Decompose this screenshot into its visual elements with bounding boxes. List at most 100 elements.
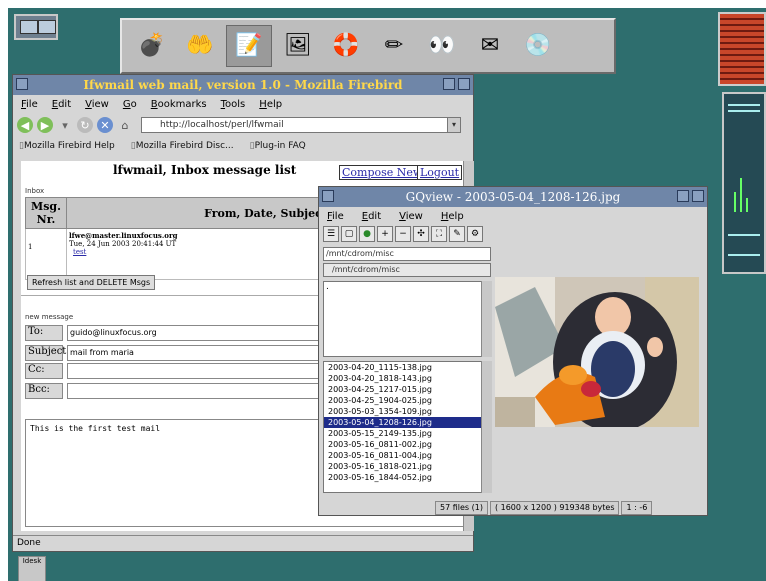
to-label: To: [25, 325, 63, 341]
message-number: 1 [25, 228, 67, 280]
zoom-1to1-icon[interactable]: ⛶ [431, 226, 447, 242]
gqview-titlebar[interactable]: GQview - 2003-05-04_1208-126.jpg [319, 187, 707, 207]
list-item[interactable]: 2003-04-25_1217-015.jpg [324, 384, 482, 395]
compose-new-link[interactable]: Compose New [339, 165, 426, 180]
gqview-toolbar: ☰ ▢ ● + − ✣ ⛶ ✎ ⚙ [319, 225, 707, 243]
pager-workspace-1[interactable] [20, 20, 38, 34]
menu-help[interactable]: Help [259, 99, 282, 110]
list-item[interactable]: 2003-04-20_1818-143.jpg [324, 373, 482, 384]
baby-photo-image[interactable] [495, 277, 699, 427]
menu-tools[interactable]: Tools [221, 99, 246, 110]
mail-icon[interactable]: ✉ [468, 26, 512, 66]
zoom-level: 1 : -6 [621, 501, 653, 515]
menu-help[interactable]: Help [441, 211, 464, 222]
list-item[interactable]: 2003-05-15_2149-135.jpg [324, 428, 482, 439]
subject-label: Subject: [25, 345, 70, 361]
menu-edit[interactable]: Edit [362, 211, 381, 222]
bomb-icon[interactable]: 💣 [130, 26, 174, 66]
folder-selector[interactable]: /mnt/cdrom/misc [323, 263, 491, 277]
list-item[interactable]: . [326, 282, 484, 292]
lifebuoy-icon[interactable]: 🛟 [324, 26, 368, 66]
url-dropdown-icon[interactable]: ▾ [447, 117, 461, 133]
menu-edit[interactable]: Edit [52, 99, 71, 110]
minimize-icon[interactable] [677, 190, 689, 202]
path-input[interactable]: /mnt/cdrom/misc [323, 247, 491, 261]
window-menu-icon[interactable] [16, 78, 28, 90]
bcc-label: Bcc: [25, 383, 63, 399]
window-title: Ifwmail web mail, version 1.0 - Mozilla … [83, 78, 403, 92]
cc-label: Cc: [25, 363, 63, 379]
zoom-in-icon[interactable]: + [377, 226, 393, 242]
list-view-icon[interactable]: ☰ [323, 226, 339, 242]
directory-scrollbar[interactable] [481, 281, 492, 357]
maximize-icon[interactable] [692, 190, 704, 202]
back-icon[interactable]: ◀ [17, 117, 33, 133]
list-item[interactable]: 2003-05-03_1354-109.jpg [324, 406, 482, 417]
menu-bookmarks[interactable]: Bookmarks [151, 99, 207, 110]
eyes-icon[interactable]: 👀 [420, 26, 464, 66]
maximize-icon[interactable] [458, 78, 470, 90]
desktop: 💣 🤲 📝 🖼 🛟 ✏ 👀 ✉ 💿 Ifwmail web mail, vers… [8, 8, 766, 581]
file-scrollbar[interactable] [481, 361, 492, 493]
file-count: 57 files (1) [435, 501, 488, 515]
workspace-pager[interactable] [14, 14, 58, 40]
menu-go[interactable]: Go [123, 99, 137, 110]
menu-view[interactable]: View [85, 99, 109, 110]
list-item[interactable]: 2003-05-16_0811-004.jpg [324, 450, 482, 461]
edit-icon[interactable]: ✎ [449, 226, 465, 242]
gqview-menubar: File Edit View Help [319, 207, 707, 225]
new-message-legend: new message [25, 313, 74, 321]
column-msg-nr: Msg. Nr. [25, 197, 67, 229]
list-item[interactable]: 2003-05-16_1818-021.jpg [324, 461, 482, 472]
bookmark-firebird-help[interactable]: Mozilla Firebird Help [19, 141, 115, 151]
dropdown-arrow-icon[interactable]: ▾ [57, 117, 73, 133]
list-item[interactable]: 2003-04-25_1904-025.jpg [324, 395, 482, 406]
menubar: File Edit View Go Bookmarks Tools Help [13, 95, 473, 113]
dockapp-plaid-monitor[interactable] [718, 12, 766, 86]
logout-link[interactable]: Logout [417, 165, 463, 180]
stop-icon[interactable]: ✕ [97, 117, 113, 133]
navigation-toolbar: ◀ ▶ ▾ ↻ ✕ ⌂ http://localhost/perl/lfwmai… [13, 113, 473, 137]
bookmark-plugin-faq[interactable]: Plug-in FAQ [250, 141, 306, 151]
image-info: ( 1600 x 1200 ) 919348 bytes [489, 501, 620, 515]
bookmark-firebird-discussion[interactable]: Mozilla Firebird Disc... [131, 141, 234, 151]
launcher-panel: 💣 🤲 📝 🖼 🛟 ✏ 👀 ✉ 💿 [120, 18, 616, 74]
forward-icon[interactable]: ▶ [37, 117, 53, 133]
zoom-fit-icon[interactable]: ✣ [413, 226, 429, 242]
cd-icon[interactable]: 💿 [516, 26, 560, 66]
pager-workspace-2[interactable] [38, 20, 56, 34]
file-list[interactable]: 2003-04-20_1115-138.jpg 2003-04-20_1818-… [323, 361, 483, 493]
thumbnail-icon[interactable]: ▢ [341, 226, 357, 242]
directory-list[interactable]: . [323, 281, 485, 357]
dockapp-system-monitor[interactable] [722, 92, 766, 274]
status-bar: Done [13, 535, 473, 551]
list-item[interactable]: 2003-05-16_0811-002.jpg [324, 439, 482, 450]
list-item[interactable]: 2003-05-16_1844-052.jpg [324, 472, 482, 483]
refresh-delete-button[interactable]: Refresh list and DELETE Msgs [27, 275, 156, 290]
gqview-window: GQview - 2003-05-04_1208-126.jpg File Ed… [318, 186, 708, 516]
image-viewer-icon[interactable]: 🖼 [276, 26, 320, 66]
zoom-out-icon[interactable]: − [395, 226, 411, 242]
list-item[interactable]: 2003-04-20_1115-138.jpg [324, 362, 482, 373]
message-subject-link[interactable]: test [73, 248, 86, 256]
hand-icon[interactable]: 🤲 [178, 26, 222, 66]
list-item-selected[interactable]: 2003-05-04_1208-126.jpg [324, 417, 482, 428]
home-icon[interactable]: ⌂ [117, 117, 133, 133]
menu-file[interactable]: File [327, 211, 344, 222]
desk-button[interactable]: Idesk [18, 556, 46, 581]
config-icon[interactable]: ⚙ [467, 226, 483, 242]
bookmarks-toolbar: Mozilla Firebird Help Mozilla Firebird D… [13, 137, 473, 155]
minimize-icon[interactable] [443, 78, 455, 90]
firebird-titlebar[interactable]: Ifwmail web mail, version 1.0 - Mozilla … [13, 75, 473, 95]
text-editor-icon[interactable]: 📝 [226, 25, 272, 67]
window-title: GQview - 2003-05-04_1208-126.jpg [405, 190, 621, 204]
pencil-icon[interactable]: ✏ [372, 26, 416, 66]
url-input[interactable]: http://localhost/perl/lfwmail ▾ [141, 117, 461, 133]
inbox-legend: Inbox [25, 187, 45, 195]
home-folder-icon[interactable]: ● [359, 226, 375, 242]
gqview-status-bar: 57 files (1) ( 1600 x 1200 ) 919348 byte… [319, 501, 707, 515]
menu-file[interactable]: File [21, 99, 38, 110]
window-menu-icon[interactable] [322, 190, 334, 202]
reload-icon[interactable]: ↻ [77, 117, 93, 133]
menu-view[interactable]: View [399, 211, 423, 222]
